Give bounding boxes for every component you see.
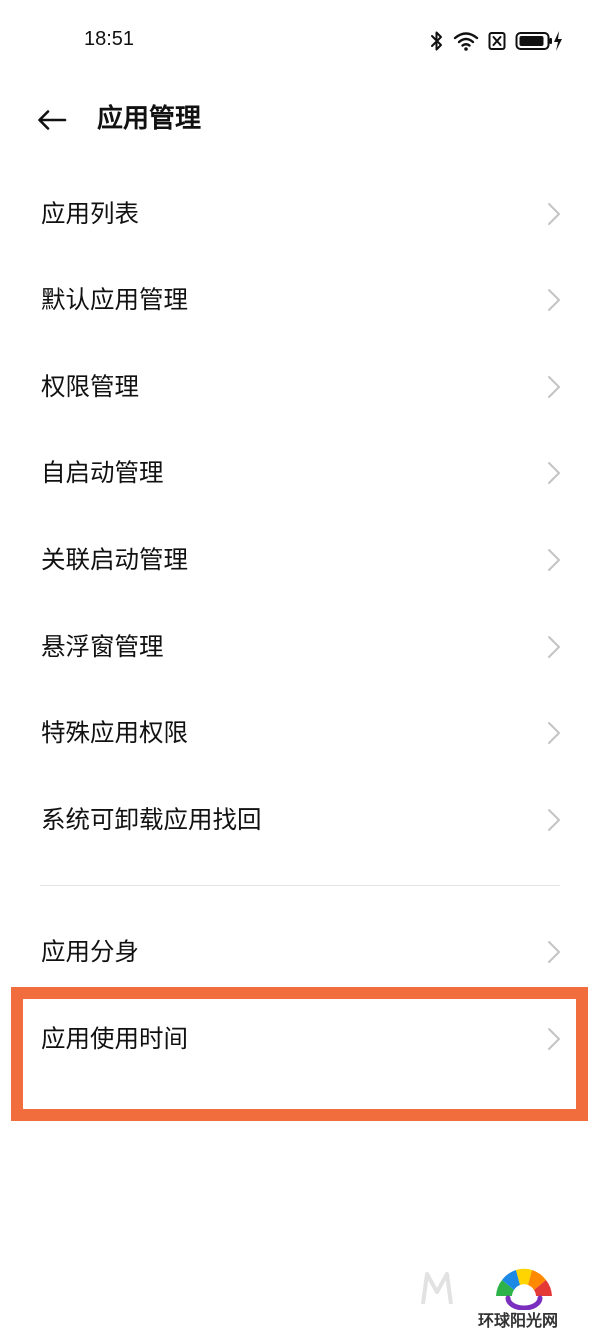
chevron-right-icon — [548, 941, 560, 963]
menu-item-permissions[interactable]: 权限管理 — [0, 344, 600, 430]
watermark-text: 环球阳光网 — [478, 1311, 559, 1330]
page-title: 应用管理 — [97, 104, 202, 134]
status-time: 18:51 — [84, 28, 135, 50]
menu-item-label: 默认应用管理 — [41, 285, 188, 314]
back-button[interactable] — [30, 100, 74, 140]
chevron-right-icon — [548, 722, 560, 744]
arrow-left-icon — [38, 110, 67, 130]
chevron-right-icon — [548, 809, 560, 831]
status-bar: 18:51 — [0, 0, 600, 80]
app-header: 应用管理 — [0, 90, 600, 150]
menu-item-special-permissions[interactable]: 特殊应用权限 — [0, 690, 600, 776]
menu-item-label: 应用分身 — [41, 937, 139, 966]
bluetooth-icon — [431, 31, 442, 51]
chevron-right-icon — [548, 549, 560, 571]
menu-item-label: 悬浮窗管理 — [41, 632, 164, 661]
status-icons — [430, 28, 563, 54]
menu-item-recover-system-apps[interactable]: 系统可卸载应用找回 — [0, 777, 600, 863]
menu-item-label: 权限管理 — [41, 372, 139, 401]
chevron-right-icon — [548, 376, 560, 398]
menu-item-label: 关联启动管理 — [41, 545, 188, 574]
watermark-m-logo — [421, 1272, 453, 1305]
menu-item-label: 应用列表 — [41, 199, 139, 228]
watermark-sun-logo — [496, 1268, 552, 1310]
chevron-right-icon — [548, 636, 560, 658]
battery-charging-icon — [515, 31, 562, 51]
menu-item-app-clone[interactable]: 应用分身 — [0, 909, 600, 995]
highlight-box — [11, 987, 588, 1121]
chevron-right-icon — [548, 462, 560, 484]
menu-item-autostart[interactable]: 自启动管理 — [0, 430, 600, 516]
wifi-icon — [453, 32, 479, 51]
sim-off-icon — [488, 32, 506, 50]
menu-item-label: 自启动管理 — [41, 458, 164, 487]
menu-item-app-list[interactable]: 应用列表 — [0, 171, 600, 257]
chevron-right-icon — [548, 289, 560, 311]
menu-item-associated-launch[interactable]: 关联启动管理 — [0, 517, 600, 603]
menu-item-label: 系统可卸载应用找回 — [41, 805, 262, 834]
menu-item-label: 特殊应用权限 — [41, 718, 188, 747]
section-divider — [40, 885, 560, 886]
menu-item-floating-window[interactable]: 悬浮窗管理 — [0, 604, 600, 690]
menu-item-default-apps[interactable]: 默认应用管理 — [0, 257, 600, 343]
chevron-right-icon — [548, 203, 560, 225]
